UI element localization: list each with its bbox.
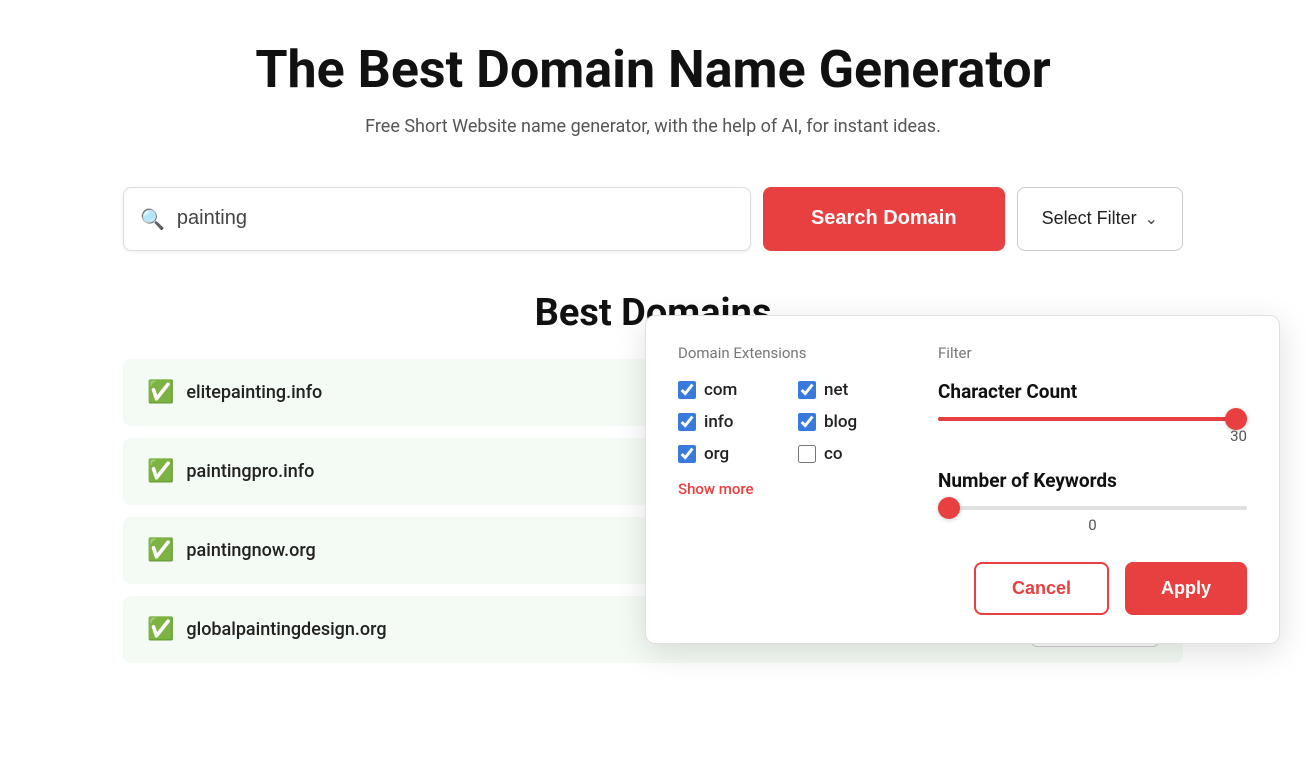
keywords-slider[interactable] <box>938 506 1247 510</box>
chevron-down-icon: ⌄ <box>1145 209 1158 229</box>
extensions-column: Domain Extensions com net info blog <box>678 344 898 615</box>
ext-label-org: org <box>704 444 729 464</box>
domain-row-left: ✅ globalpaintingdesign.org <box>147 617 387 642</box>
filter-dropdown: Domain Extensions com net info blog <box>645 315 1280 644</box>
search-icon: 🔍 <box>140 209 165 229</box>
select-filter-button[interactable]: Select Filter ⌄ <box>1017 187 1183 251</box>
character-count-slider-row <box>938 417 1247 421</box>
ext-checkbox-info[interactable] <box>678 413 696 431</box>
available-icon: ✅ <box>147 459 174 484</box>
search-input-wrapper: 🔍 <box>123 187 751 251</box>
dropdown-actions: Cancel Apply <box>938 562 1247 615</box>
filter-column: Filter Character Count 30 Number of Keyw… <box>938 344 1247 615</box>
ext-checkbox-co[interactable] <box>798 445 816 463</box>
ext-item-info[interactable]: info <box>678 412 778 432</box>
search-bar-container: 🔍 Search Domain Select Filter ⌄ <box>103 187 1203 251</box>
ext-checkbox-net[interactable] <box>798 381 816 399</box>
domain-row-left: ✅ paintingpro.info <box>147 459 314 484</box>
keywords-slider-row <box>938 506 1247 510</box>
filter-button-label: Select Filter <box>1042 208 1137 229</box>
ext-label-com: com <box>704 380 737 400</box>
ext-checkbox-com[interactable] <box>678 381 696 399</box>
page-header: The Best Domain Name Generator Free Shor… <box>0 0 1306 157</box>
available-icon: ✅ <box>147 617 174 642</box>
character-count-slider[interactable] <box>938 417 1247 421</box>
ext-label-net: net <box>824 380 848 400</box>
ext-item-com[interactable]: com <box>678 380 778 400</box>
extensions-heading: Domain Extensions <box>678 344 898 362</box>
keywords-label: Number of Keywords <box>938 469 1247 492</box>
filter-dropdown-inner: Domain Extensions com net info blog <box>678 344 1247 615</box>
ext-checkbox-blog[interactable] <box>798 413 816 431</box>
extensions-grid: com net info blog org <box>678 380 898 464</box>
page-title: The Best Domain Name Generator <box>20 40 1286 100</box>
ext-item-blog[interactable]: blog <box>798 412 898 432</box>
cancel-button[interactable]: Cancel <box>974 562 1109 615</box>
ext-label-blog: blog <box>824 412 857 432</box>
domain-name: globalpaintingdesign.org <box>186 619 386 640</box>
domain-row-left: ✅ elitepainting.info <box>147 380 322 405</box>
domain-name: paintingpro.info <box>186 461 314 482</box>
filter-heading: Filter <box>938 344 1247 362</box>
character-count-label: Character Count <box>938 380 1247 403</box>
search-domain-button[interactable]: Search Domain <box>763 187 1005 251</box>
ext-item-org[interactable]: org <box>678 444 778 464</box>
available-icon: ✅ <box>147 380 174 405</box>
ext-item-co[interactable]: co <box>798 444 898 464</box>
available-icon: ✅ <box>147 538 174 563</box>
show-more-link[interactable]: Show more <box>678 480 754 498</box>
ext-checkbox-org[interactable] <box>678 445 696 463</box>
page-subtitle: Free Short Website name generator, with … <box>20 116 1286 137</box>
domain-name: paintingnow.org <box>186 540 315 561</box>
ext-item-net[interactable]: net <box>798 380 898 400</box>
domain-name: elitepainting.info <box>186 382 322 403</box>
domain-row-left: ✅ paintingnow.org <box>147 538 316 563</box>
apply-button[interactable]: Apply <box>1125 562 1247 615</box>
ext-label-info: info <box>704 412 733 432</box>
ext-label-co: co <box>824 444 843 464</box>
search-input[interactable] <box>177 207 734 230</box>
